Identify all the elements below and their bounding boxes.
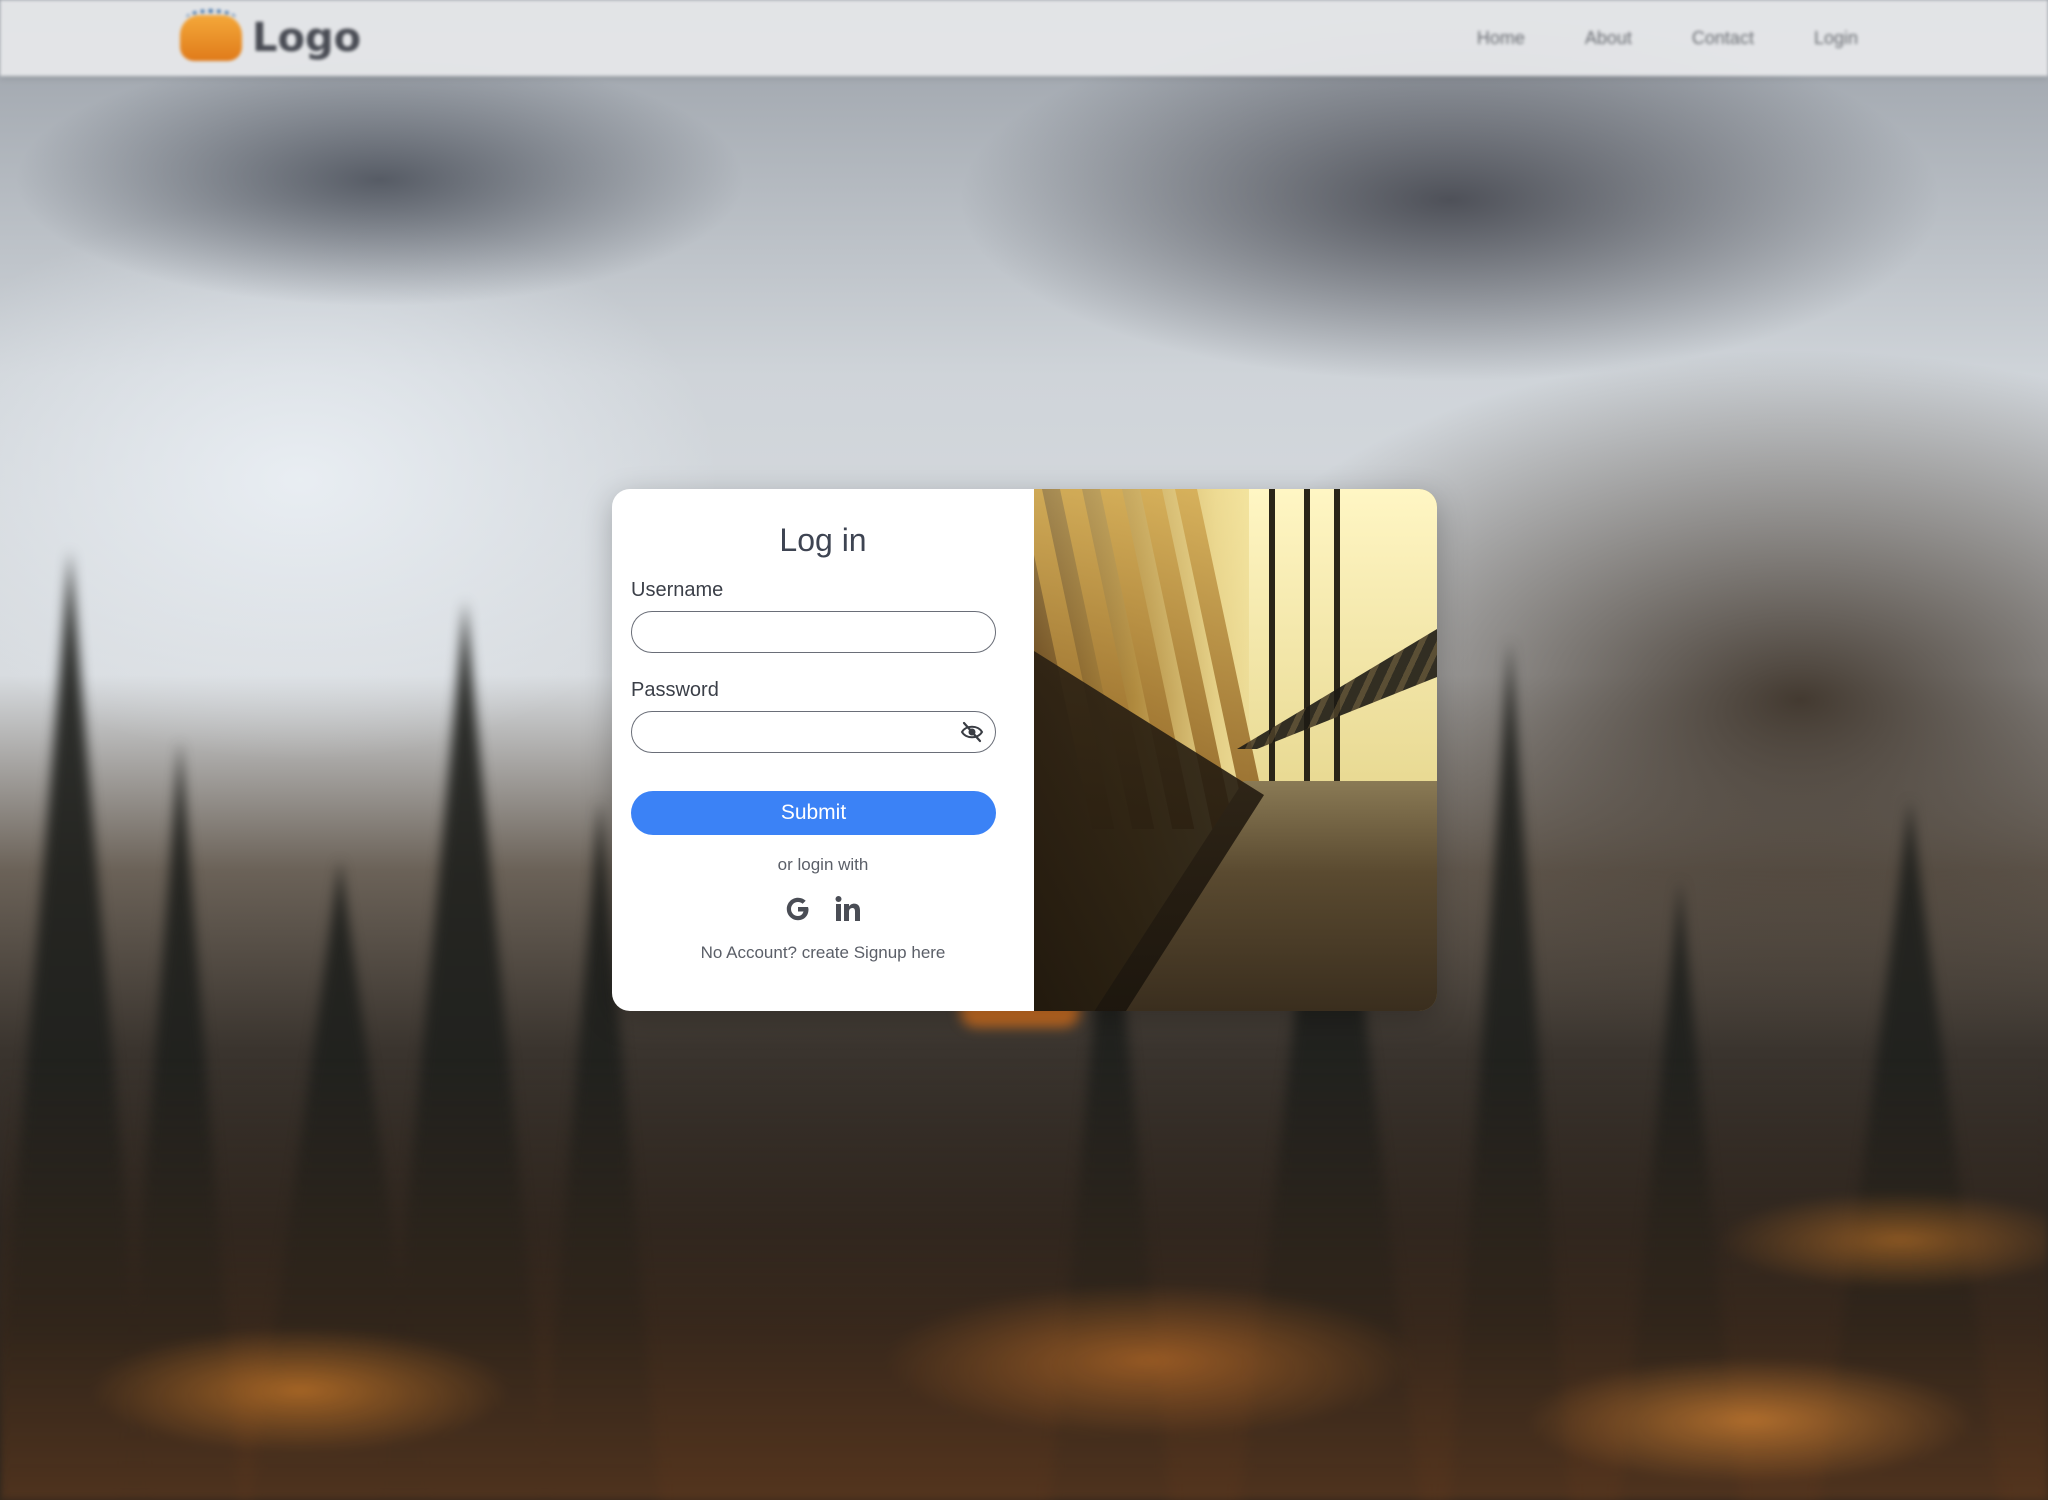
login-illustration — [1034, 489, 1437, 1011]
signup-link[interactable]: No Account? create Signup here — [631, 943, 1015, 963]
username-label: Username — [631, 579, 724, 601]
username-input[interactable] — [631, 611, 996, 653]
submit-button[interactable]: Submit — [631, 791, 996, 835]
background-ground — [0, 1060, 2048, 1500]
social-login-row — [631, 889, 1015, 929]
linkedin-icon[interactable] — [831, 892, 865, 926]
top-navbar: Logo Home About Contact Login — [0, 0, 2048, 76]
login-form: Log in Username Password Submit or login… — [612, 489, 1034, 1011]
alt-login-text: or login with — [777, 855, 869, 874]
nav-link-login[interactable]: Login — [1814, 28, 1858, 49]
login-title: Log in — [779, 522, 867, 558]
nav-link-contact[interactable]: Contact — [1692, 28, 1754, 49]
logo-icon — [180, 9, 242, 61]
password-input[interactable] — [631, 711, 996, 753]
login-card: Log in Username Password Submit or login… — [612, 489, 1437, 1011]
logo[interactable]: Logo — [180, 9, 362, 66]
page: Logo Home About Contact Login Log in Use… — [0, 0, 2048, 1500]
photo-window-light — [1249, 489, 1437, 789]
nav-link-about[interactable]: About — [1585, 28, 1632, 49]
password-field-wrap — [631, 711, 996, 753]
logo-text: Logo — [252, 15, 362, 61]
username-field-wrap — [631, 611, 996, 653]
nav-link-home[interactable]: Home — [1477, 28, 1525, 49]
password-label: Password — [631, 679, 719, 701]
eye-off-icon[interactable] — [960, 721, 984, 743]
photo-mullion — [1334, 489, 1340, 789]
google-icon[interactable] — [781, 892, 815, 926]
photo-mullion — [1304, 489, 1310, 789]
photo-mullion — [1269, 489, 1275, 789]
nav-links: Home About Contact Login — [1477, 0, 1858, 76]
